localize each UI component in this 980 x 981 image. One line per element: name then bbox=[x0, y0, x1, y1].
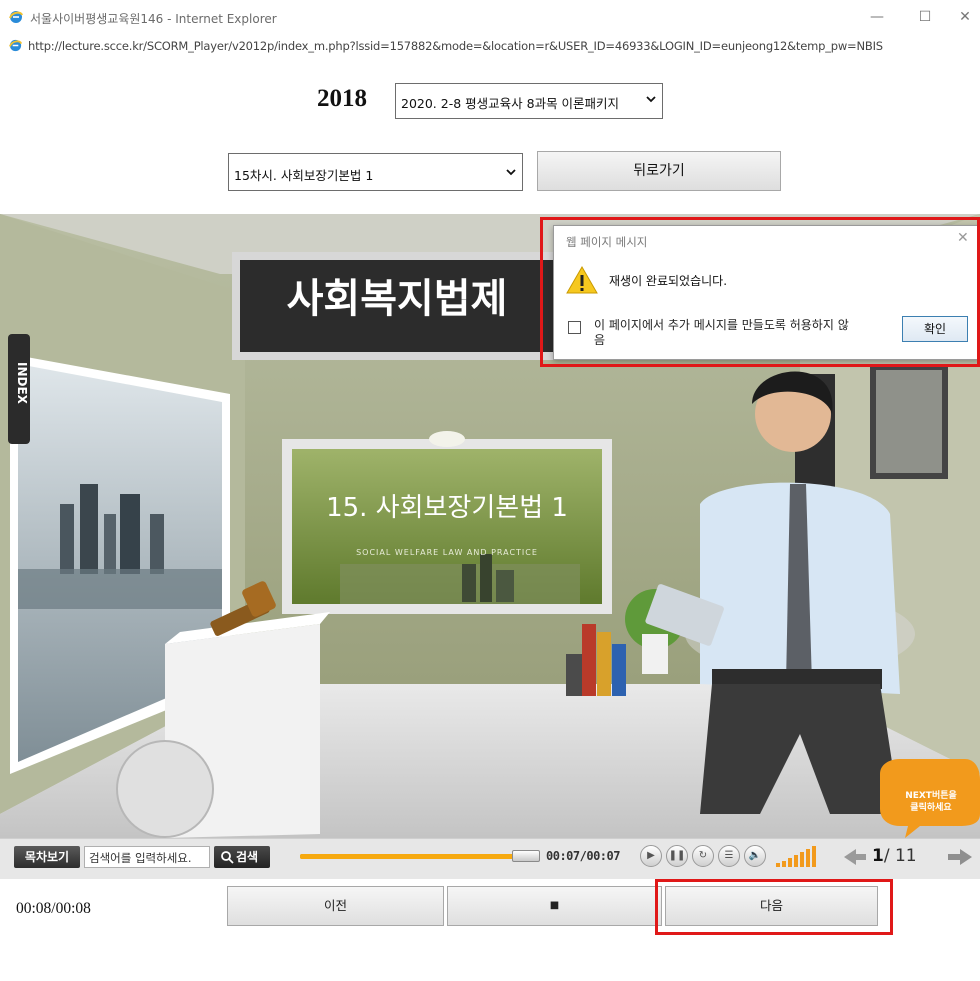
banner-title: 사회복지법제 bbox=[286, 276, 508, 322]
subtitle-button[interactable]: ☰ bbox=[718, 845, 740, 867]
progress-fill bbox=[300, 854, 538, 859]
next-page-arrow-icon[interactable] bbox=[946, 848, 974, 866]
chapter-select-value: 15차시. 사회보장기본법 1 bbox=[234, 168, 374, 183]
page-total: / 11 bbox=[883, 846, 917, 866]
year-label: 2018 bbox=[317, 85, 367, 112]
dialog-highlight bbox=[540, 217, 980, 367]
stop-button[interactable]: ■ bbox=[447, 886, 662, 926]
play-button[interactable]: ▶ bbox=[640, 845, 662, 867]
page-favicon-icon bbox=[8, 39, 23, 52]
player-time: 00:07/00:07 bbox=[546, 849, 620, 863]
search-button-label: 검색 bbox=[236, 850, 259, 864]
address-bar[interactable]: http://lecture.scce.kr/SCORM_Player/v201… bbox=[28, 39, 883, 53]
search-button[interactable]: 검색 bbox=[214, 846, 270, 868]
prev-button[interactable]: 이전 bbox=[227, 886, 444, 926]
next-hint-line2: 클릭하세요 bbox=[910, 803, 952, 813]
back-button[interactable]: 뒤로가기 bbox=[537, 151, 781, 191]
slide-title: 15. 사회보장기본법 1 bbox=[326, 493, 568, 523]
elapsed-time: 00:08/00:08 bbox=[16, 900, 91, 917]
next-button-highlight bbox=[655, 879, 893, 935]
next-hint-bubble: NEXT버튼을 클릭하세요 bbox=[884, 790, 978, 814]
page-indicator: 1/ 11 bbox=[872, 846, 917, 866]
index-tab[interactable]: INDEX bbox=[15, 362, 29, 404]
replay-button[interactable]: ↻ bbox=[692, 845, 714, 867]
chapter-select[interactable]: 15차시. 사회보장기본법 1 bbox=[228, 153, 523, 191]
slide-subtitle: SOCIAL WELFARE LAW AND PRACTICE bbox=[356, 548, 538, 557]
search-input[interactable]: 검색어를 입력하세요. bbox=[84, 846, 210, 868]
close-window-button[interactable]: ✕ bbox=[950, 6, 980, 28]
course-select[interactable]: 2020. 2-8 평생교육사 8과목 이론패키지 bbox=[395, 83, 663, 119]
maximize-button[interactable]: ☐ bbox=[910, 6, 940, 28]
minimize-button[interactable]: — bbox=[862, 6, 892, 28]
internet-explorer-icon bbox=[9, 11, 23, 23]
chevron-down-icon bbox=[506, 169, 516, 176]
page-current: 1 bbox=[872, 846, 884, 866]
search-icon bbox=[221, 851, 234, 864]
toc-button[interactable]: 목차보기 bbox=[14, 846, 80, 868]
chevron-down-icon bbox=[646, 96, 656, 103]
next-hint-line1: NEXT버튼을 bbox=[905, 791, 957, 801]
volume-icon[interactable]: 🔈 bbox=[744, 845, 766, 867]
course-select-value: 2020. 2-8 평생교육사 8과목 이론패키지 bbox=[401, 96, 620, 111]
prev-page-arrow-icon[interactable] bbox=[842, 848, 868, 866]
progress-handle[interactable] bbox=[512, 850, 540, 862]
window-title: 서울사이버평생교육원146 - Internet Explorer bbox=[30, 12, 277, 26]
volume-level-bars[interactable] bbox=[776, 846, 820, 868]
pause-button[interactable]: ❚❚ bbox=[666, 845, 688, 867]
